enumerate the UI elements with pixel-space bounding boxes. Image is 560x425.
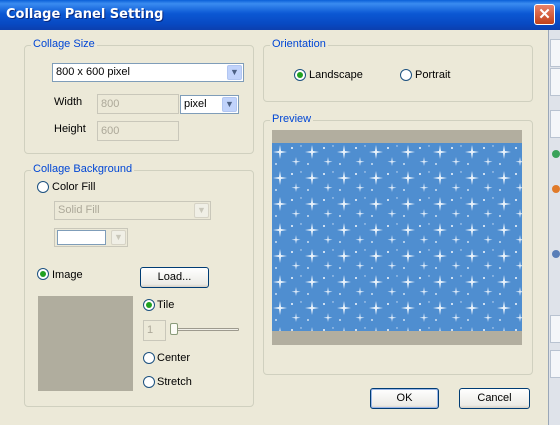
size-preset-value: 800 x 600 pixel — [56, 66, 130, 78]
status-icon — [552, 185, 560, 193]
color-fill-label: Color Fill — [52, 181, 96, 193]
window-title: Collage Panel Setting — [6, 7, 164, 22]
stretch-radio[interactable] — [143, 376, 155, 388]
background-tab[interactable] — [550, 315, 560, 343]
tile-label: Tile — [157, 299, 175, 311]
fill-color-swatch — [57, 230, 106, 245]
load-button[interactable]: Load... — [140, 267, 209, 288]
fill-color-select[interactable]: ▼ — [54, 228, 128, 247]
background-tab[interactable] — [550, 68, 560, 96]
collage-size-legend: Collage Size — [31, 38, 97, 50]
unit-value: pixel — [184, 98, 207, 110]
height-value: 600 — [101, 125, 120, 137]
chevron-down-icon: ▼ — [194, 203, 209, 218]
size-preset-select[interactable]: 800 x 600 pixel ▼ — [52, 63, 244, 82]
close-icon: ✕ — [538, 6, 551, 23]
background-panel-edge — [548, 30, 560, 425]
title-bar: Collage Panel Setting ✕ — [0, 0, 560, 30]
tile-slider-thumb[interactable] — [170, 323, 178, 335]
landscape-label: Landscape — [309, 69, 363, 81]
center-radio[interactable] — [143, 352, 155, 364]
color-fill-radio[interactable] — [37, 181, 49, 193]
close-button[interactable]: ✕ — [534, 4, 555, 25]
preview-pattern — [272, 143, 522, 331]
orientation-legend: Orientation — [270, 38, 328, 50]
landscape-radio[interactable] — [294, 69, 306, 81]
chevron-down-icon: ▼ — [227, 65, 242, 80]
fill-type-value: Solid Fill — [58, 204, 100, 216]
portrait-radio[interactable] — [400, 69, 412, 81]
height-field[interactable]: 600 — [97, 121, 179, 141]
width-value: 800 — [101, 98, 120, 110]
width-label: Width — [54, 96, 83, 108]
unit-select[interactable]: pixel ▼ — [180, 95, 239, 114]
preview-legend: Preview — [270, 113, 314, 125]
image-radio[interactable] — [37, 268, 49, 280]
portrait-label: Portrait — [415, 69, 451, 81]
status-icon — [552, 250, 560, 258]
tile-count-field[interactable]: 1 — [143, 320, 166, 341]
tile-count-value: 1 — [147, 324, 154, 336]
cancel-button[interactable]: Cancel — [459, 388, 530, 409]
fill-type-select[interactable]: Solid Fill ▼ — [54, 201, 211, 220]
center-label: Center — [157, 352, 191, 364]
background-image-preview — [38, 296, 133, 391]
background-tab[interactable] — [550, 39, 560, 67]
status-icon — [552, 150, 560, 158]
background-tab[interactable] — [550, 350, 560, 378]
chevron-down-icon: ▼ — [222, 97, 237, 112]
chevron-down-icon: ▼ — [111, 230, 126, 245]
image-label: Image — [52, 269, 83, 281]
collage-background-legend: Collage Background — [31, 163, 135, 175]
dialog-body: Collage Size 800 x 600 pixel ▼ Width 800… — [0, 30, 548, 425]
sparkle-pattern — [272, 143, 522, 331]
height-label: Height — [54, 123, 86, 135]
stretch-label: Stretch — [157, 376, 192, 388]
background-tab[interactable] — [550, 110, 560, 138]
tile-slider-track[interactable] — [170, 328, 239, 331]
tile-radio[interactable] — [143, 299, 155, 311]
ok-button[interactable]: OK — [370, 388, 439, 409]
width-field[interactable]: 800 — [97, 94, 179, 114]
